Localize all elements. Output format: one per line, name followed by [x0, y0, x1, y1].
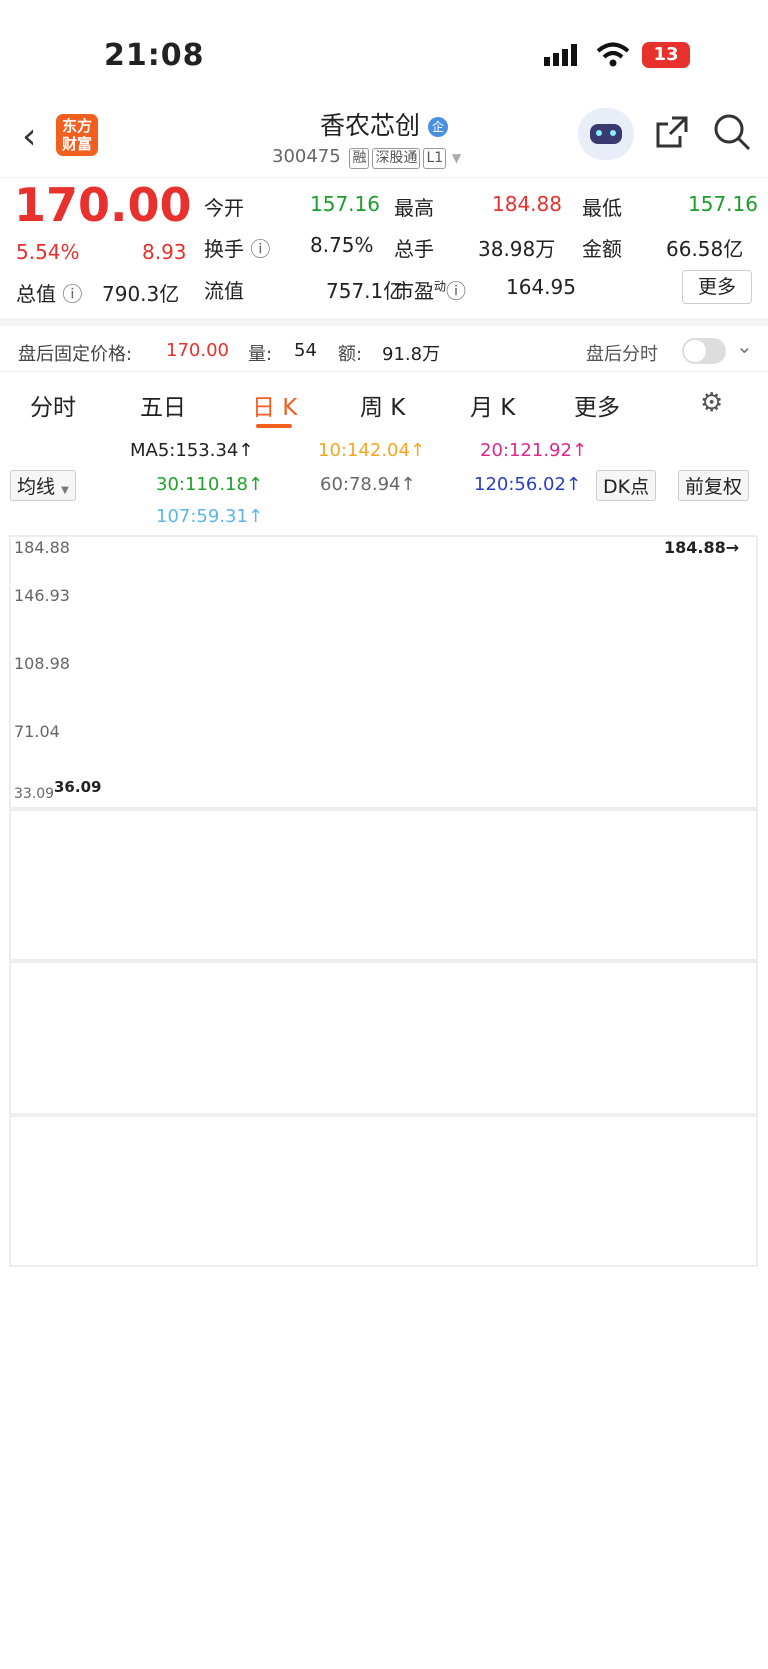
- quote-panel: 170.00 5.54% 8.93 总值 ⓘ 790.3亿 今开 157.16 …: [0, 178, 768, 318]
- change-pct: 5.54%: [16, 240, 80, 264]
- tab-timeshare[interactable]: 分时: [30, 388, 76, 422]
- price-tick: 108.98: [14, 654, 70, 673]
- volume-panel-frame: [9, 809, 758, 961]
- info-icon: ⓘ: [446, 279, 467, 303]
- stock-code-row: 300475 融深股通 L1 ▼: [272, 146, 462, 169]
- period-tabs: 分时 五日 日 K 周 K 月 K 更多 ⚙: [0, 372, 768, 432]
- tab-more[interactable]: 更多: [574, 388, 620, 422]
- ma5-label: MA5:153.34↑: [130, 440, 254, 461]
- search-icon[interactable]: [712, 112, 752, 156]
- price-tick: 146.93: [14, 586, 70, 605]
- open-value: 157.16: [310, 192, 380, 216]
- stock-header: ‹ 东方 财富 香农芯创 企 300475 融深股通 L1 ▼: [0, 100, 768, 178]
- after-vol: 54: [294, 340, 317, 361]
- last-price: 170.00: [14, 178, 192, 232]
- chevron-down-icon: ▼: [451, 151, 462, 165]
- ma-selector[interactable]: 均线 ▼: [10, 470, 76, 501]
- low-marker: 36.09: [54, 778, 102, 796]
- ma120-label: 120:56.02↑: [474, 474, 582, 495]
- label-low: 最低: [582, 196, 622, 220]
- tag-connect: 深股通: [372, 148, 421, 169]
- kline-svg[interactable]: [0, 532, 768, 1350]
- low-value: 157.16: [688, 192, 758, 216]
- after-timeshare-label: 盘后分时: [586, 344, 658, 365]
- forward-adjust-button[interactable]: 前复权: [678, 470, 750, 501]
- clock: 21:08: [104, 38, 205, 73]
- info-icon: ⓘ: [250, 237, 271, 261]
- amount-value: 66.58亿: [666, 237, 744, 261]
- after-hours-toggle[interactable]: [682, 338, 726, 364]
- kline-chart[interactable]: 184.88 146.93 108.98 71.04 33.09 184.88→…: [0, 532, 768, 1350]
- status-bar: 21:08 13: [0, 0, 768, 100]
- market-cap: 790.3亿: [102, 282, 180, 306]
- after-hours-bar: 盘后固定价格: 170.00 量: 54 额: 91.8万 盘后分时 ⌄: [0, 318, 768, 372]
- share-icon[interactable]: [654, 114, 690, 154]
- ma-legend: MA5:153.34↑ 10:142.04↑ 20:121.92↑ 均线 ▼ 3…: [0, 432, 768, 532]
- label-open: 今开: [204, 196, 244, 220]
- more-button[interactable]: 更多: [682, 270, 752, 304]
- ma107-label: 107:59.31↑: [156, 506, 264, 527]
- after-label: 盘后固定价格:: [18, 344, 133, 365]
- volume-value: 38.98万: [478, 237, 556, 261]
- stock-title: 香农芯创 企: [0, 106, 768, 142]
- tab-weekly-k[interactable]: 周 K: [360, 388, 405, 422]
- battery-icon: 13: [642, 42, 690, 68]
- signal-icon: [544, 44, 580, 66]
- float-cap-value: 757.1亿: [326, 279, 404, 303]
- after-amt-label: 额:: [338, 344, 363, 365]
- after-amt: 91.8万: [382, 344, 441, 365]
- active-tab-indicator: [256, 424, 292, 428]
- pe-value: 164.95: [506, 275, 576, 299]
- boll-panel-frame: [9, 961, 758, 1115]
- label-amount: 金额: [582, 237, 622, 261]
- high-marker: 184.88→: [664, 538, 740, 557]
- change-value: 8.93: [142, 240, 187, 264]
- robot-assistant-icon[interactable]: [578, 108, 634, 160]
- gear-icon[interactable]: ⚙: [700, 388, 723, 418]
- info-icon: ⓘ: [62, 282, 83, 306]
- ma60-label: 60:78.94↑: [320, 474, 416, 495]
- kdj-panel-frame: [9, 1115, 758, 1267]
- label-pe: 市盈动ⓘ: [394, 279, 467, 303]
- label-volume: 总手: [394, 237, 434, 261]
- ma10-label: 10:142.04↑: [318, 440, 426, 461]
- after-price: 170.00: [166, 340, 229, 361]
- price-tick: 71.04: [14, 722, 60, 741]
- ma20-label: 20:121.92↑: [480, 440, 588, 461]
- wifi-icon: [596, 42, 630, 72]
- tag-margin: 融: [349, 148, 370, 169]
- enterprise-badge: 企: [427, 117, 448, 137]
- label-high: 最高: [394, 196, 434, 220]
- turnover-value: 8.75%: [310, 233, 374, 257]
- price-tick: 184.88: [14, 538, 70, 557]
- price-panel-frame: [9, 535, 758, 809]
- tab-five-day[interactable]: 五日: [140, 388, 186, 422]
- label-market-cap: 总值 ⓘ: [16, 282, 83, 306]
- high-value: 184.88: [492, 192, 562, 216]
- ma30-label: 30:110.18↑: [156, 474, 264, 495]
- dk-point-button[interactable]: DK点: [596, 470, 657, 501]
- after-vol-label: 量:: [248, 344, 273, 365]
- tab-monthly-k[interactable]: 月 K: [470, 388, 515, 422]
- tab-daily-k[interactable]: 日 K: [252, 388, 297, 422]
- label-turnover: 换手 ⓘ: [204, 237, 271, 261]
- price-tick: 33.09: [14, 786, 55, 802]
- label-float-cap: 流值: [204, 279, 244, 303]
- chevron-down-icon[interactable]: ⌄: [736, 334, 753, 358]
- tag-level: L1: [423, 148, 447, 169]
